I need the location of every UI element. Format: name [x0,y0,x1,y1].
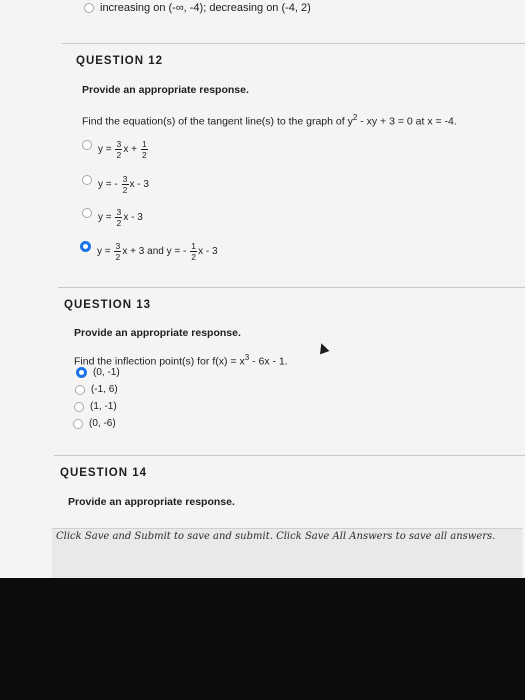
fraction: 12 [190,241,198,262]
submit-instructions: Click Save and Submit to save and submit… [56,531,496,542]
question-13-title: QUESTION 13 [64,299,152,311]
fraction: 32 [121,174,129,195]
fraction: 32 [114,241,122,262]
question-13-prompt: Provide an appropriate response. [74,327,241,339]
radio-button[interactable] [75,384,85,395]
question-12-text: Find the equation(s) of the tangent line… [82,113,457,128]
quiz-page: increasing on (-∞, -4); decreasing on (-… [0,0,525,578]
fraction: 32 [115,139,123,160]
radio-button[interactable] [76,367,87,378]
radio-button[interactable] [82,207,92,218]
question-13-text: Find the inflection point(s) for f(x) = … [74,353,288,368]
q13-option-label: (1, -1) [90,401,117,412]
q12-option-label: y = - 32x - 3 [98,174,149,195]
q12-option-label: y = 32x + 3 and y = - 12x - 3 [97,241,218,262]
radio-button[interactable] [82,139,92,150]
divider [54,455,525,456]
divider [58,287,525,288]
q13-text-after: - 6x - 1. [249,355,288,368]
q13-text-before: Find the inflection point(s) for f(x) = … [74,355,245,368]
q13-option-label: (-1, 6) [91,384,118,395]
q12-option-label: y = 32x - 3 [98,207,143,228]
q12-text-after: - xy + 3 = 0 at x = -4. [357,115,457,128]
radio-button[interactable] [84,3,94,13]
q13-option-4[interactable]: (0, -6) [73,418,116,429]
question-14-prompt: Provide an appropriate response. [68,496,235,508]
question-12-title: QUESTION 12 [76,55,164,67]
q12-option-label: y = 32x + 12 [98,139,148,160]
q13-option-1[interactable]: (0, -1) [76,367,120,378]
radio-button[interactable] [73,418,83,429]
previous-answer-label: increasing on (-∞, -4); decreasing on (-… [100,2,311,14]
fraction: 32 [115,207,123,228]
q13-option-2[interactable]: (-1, 6) [75,384,118,395]
screen-bezel [0,578,525,700]
q13-option-label: (0, -1) [93,367,120,378]
previous-answer-option[interactable]: increasing on (-∞, -4); decreasing on (-… [84,2,311,14]
q13-option-3[interactable]: (1, -1) [74,401,117,412]
fraction: 12 [140,139,148,160]
radio-button[interactable] [80,241,91,252]
q12-option-1[interactable]: y = 32x + 12 [82,130,149,159]
mouse-cursor-icon [316,341,330,355]
question-12-prompt: Provide an appropriate response. [82,84,249,96]
q12-text-before: Find the equation(s) of the tangent line… [82,115,353,128]
question-14-title: QUESTION 14 [60,467,148,479]
q12-option-4[interactable]: y = 32x + 3 and y = - 12x - 3 [80,232,218,261]
q12-option-3[interactable]: y = 32x - 3 [82,198,143,227]
q13-option-label: (0, -6) [89,418,116,429]
submit-instructions-bar: Click Save and Submit to save and submit… [52,528,522,578]
radio-button[interactable] [74,401,84,412]
divider [62,43,525,44]
q12-option-2[interactable]: y = - 32x - 3 [82,165,149,194]
radio-button[interactable] [82,174,92,185]
